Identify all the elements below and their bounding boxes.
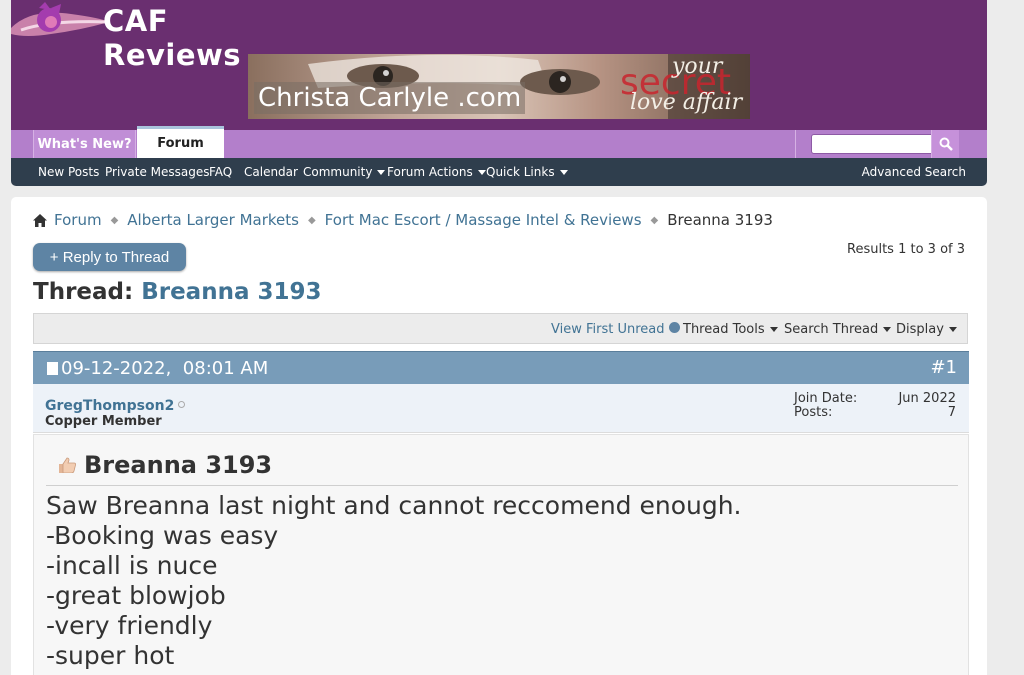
post-divider [46, 485, 958, 486]
home-icon[interactable] [33, 213, 47, 227]
post-message: Saw Breanna last night and cannot reccom… [46, 491, 742, 671]
logo-mascot-icon [11, 2, 109, 37]
post-title-text: Breanna 3193 [84, 451, 273, 479]
display-label: Display [896, 322, 944, 337]
nav-quick-links[interactable]: Quick Links [486, 158, 568, 186]
search-area [795, 130, 959, 158]
thread-title-prefix: Thread: [33, 279, 134, 305]
nav-advanced-search[interactable]: Advanced Search [862, 158, 966, 186]
tab-bar: What's New? Forum [11, 126, 987, 158]
join-date-label: Join Date: [794, 391, 858, 406]
offline-status-icon [178, 401, 186, 408]
chevron-down-icon [559, 170, 568, 175]
post-line: -Booking was easy [46, 521, 279, 550]
chevron-down-icon [948, 327, 957, 332]
nav-bar: New Posts Private Messages FAQ Calendar … [11, 158, 987, 186]
chevron-down-icon [883, 327, 892, 332]
nav-community[interactable]: Community [303, 158, 386, 186]
posts-row: Posts: 7 [794, 406, 956, 420]
post-line: Saw Breanna last night and cannot reccom… [46, 491, 742, 520]
search-icon [939, 137, 953, 151]
join-date-row: Join Date: Jun 2022 [794, 392, 956, 406]
banner-your-text: your [672, 54, 723, 79]
thread-tools-label: Thread Tools [683, 322, 765, 337]
tab-whats-new[interactable]: What's New? [33, 130, 136, 158]
nav-private-messages-label: Private Messages [105, 165, 210, 179]
nav-forum-actions[interactable]: Forum Actions [387, 158, 486, 186]
post-document-icon [47, 362, 58, 375]
post-line: -great blowjob [46, 581, 226, 610]
thread-title-name[interactable]: Breanna 3193 [141, 279, 321, 305]
thread-tools-bar: View First Unread Thread Tools Search Th… [33, 313, 968, 344]
post-time-value: 08:01 AM [182, 358, 269, 379]
site-header: CAF Reviews Christa Carlyle .com secret … [11, 0, 987, 130]
site-logo[interactable]: CAF Reviews [11, 0, 291, 72]
post-line: -incall is nuce [46, 551, 218, 580]
nav-new-posts-label: New Posts [38, 165, 100, 179]
post-line: -super hot [46, 641, 175, 670]
tab-forum[interactable]: Forum [137, 126, 224, 158]
post-date-value: 09-12-2022, [61, 358, 172, 379]
search-button[interactable] [931, 130, 959, 158]
results-count: Results 1 to 3 of 3 [847, 242, 965, 257]
breadcrumb-alberta[interactable]: Alberta Larger Markets [127, 211, 299, 229]
thread-title: Thread: Breanna 3193 [33, 279, 322, 305]
ad-banner[interactable]: Christa Carlyle .com secret your love af… [248, 54, 750, 119]
reply-to-thread-button[interactable]: + Reply to Thread [33, 243, 186, 271]
nav-calendar-label: Calendar [244, 165, 298, 179]
breadcrumb-separator-icon: ◆ [307, 214, 316, 226]
post-header: 09-12-2022, 08:01 AM #1 [33, 351, 969, 384]
search-input[interactable] [811, 134, 944, 154]
join-date-value: Jun 2022 [898, 391, 956, 406]
nav-new-posts[interactable]: New Posts [38, 158, 99, 186]
chevron-down-icon [477, 170, 486, 175]
nav-forum-actions-label: Forum Actions [387, 165, 473, 179]
search-thread-label: Search Thread [784, 322, 879, 337]
post-number[interactable]: #1 [930, 357, 957, 378]
nav-faq-label: FAQ [209, 165, 233, 179]
display-menu[interactable]: Display [896, 314, 957, 345]
nav-faq[interactable]: FAQ [209, 158, 232, 186]
banner-text: Christa Carlyle .com [254, 82, 526, 114]
chevron-down-icon [377, 170, 386, 175]
thumbs-up-icon [59, 457, 76, 473]
main-content: Forum ◆ Alberta Larger Markets ◆ Fort Ma… [11, 197, 987, 675]
nav-quick-links-label: Quick Links [486, 165, 555, 179]
nav-calendar[interactable]: Calendar [244, 158, 298, 186]
post-author-name: GregThompson2 [45, 398, 175, 414]
post-user-info: GregThompson2 Copper Member Join Date: J… [33, 384, 969, 433]
thread-tools-menu[interactable]: Thread Tools [683, 314, 778, 345]
breadcrumb-separator-icon: ◆ [110, 214, 119, 226]
breadcrumb-separator-icon: ◆ [650, 214, 659, 226]
first-unread-icon [668, 322, 680, 333]
posts-value: 7 [947, 405, 956, 420]
post-date: 09-12-2022, 08:01 AM [47, 358, 268, 379]
breadcrumb: Forum ◆ Alberta Larger Markets ◆ Fort Ma… [33, 211, 773, 229]
post-title: Breanna 3193 [58, 451, 272, 479]
user-rank: Copper Member [45, 414, 162, 429]
post-author[interactable]: GregThompson2 [45, 398, 186, 414]
breadcrumb-forum[interactable]: Forum [54, 211, 102, 229]
post-body: Breanna 3193 Saw Breanna last night and … [33, 434, 969, 675]
posts-label: Posts: [794, 405, 833, 420]
nav-community-label: Community [303, 165, 373, 179]
banner-love-text: love affair [630, 90, 743, 115]
breadcrumb-fort-mac[interactable]: Fort Mac Escort / Massage Intel & Review… [325, 211, 642, 229]
view-first-unread-link[interactable]: View First Unread [551, 314, 680, 345]
chevron-down-icon [769, 327, 778, 332]
search-thread-menu[interactable]: Search Thread [784, 314, 892, 345]
breadcrumb-current: Breanna 3193 [667, 211, 773, 229]
nav-private-messages[interactable]: Private Messages [105, 158, 210, 186]
user-stats: Join Date: Jun 2022 Posts: 7 [794, 392, 956, 420]
view-first-unread-label: View First Unread [551, 322, 665, 337]
post-line: -very friendly [46, 611, 213, 640]
